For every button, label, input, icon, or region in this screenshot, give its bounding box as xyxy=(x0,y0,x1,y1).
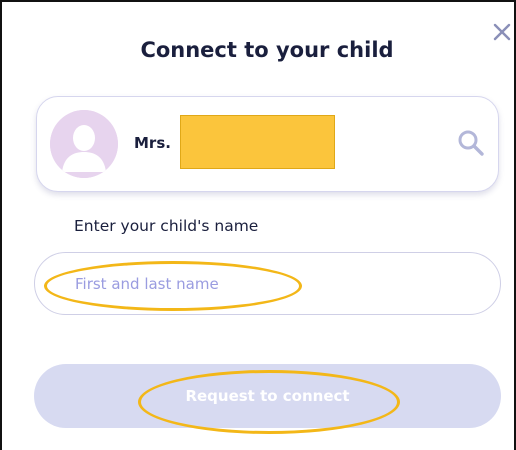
dialog-title: Connect to your child xyxy=(140,38,394,62)
child-name-input[interactable] xyxy=(34,252,501,315)
teacher-name: Mrs. xyxy=(134,134,171,152)
person-avatar-icon xyxy=(50,110,118,178)
connect-child-dialog: Connect to your child Mrs. Enter your ch… xyxy=(0,0,516,450)
request-to-connect-button[interactable]: Request to connect xyxy=(34,364,501,428)
child-name-label: Enter your child's name xyxy=(74,217,259,235)
teacher-selector[interactable]: Mrs. xyxy=(36,96,499,192)
redaction-box xyxy=(180,115,335,169)
search-icon[interactable] xyxy=(455,127,487,159)
